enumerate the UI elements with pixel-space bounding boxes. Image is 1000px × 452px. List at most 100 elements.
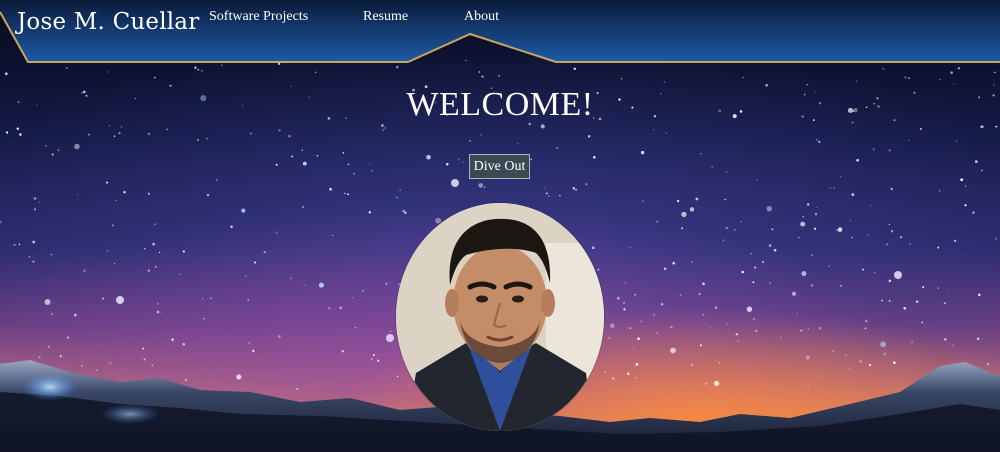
- star: [113, 262, 116, 265]
- star: [994, 237, 997, 240]
- site-header: Jose M. Cuellar Software Projects Resume…: [0, 0, 1000, 70]
- star: [587, 135, 591, 138]
- star: [835, 229, 838, 232]
- star: [57, 149, 60, 152]
- star: [16, 127, 20, 131]
- star: [206, 138, 208, 140]
- star: [695, 197, 699, 201]
- star: [815, 138, 818, 142]
- star: [156, 302, 159, 305]
- star: [369, 163, 371, 165]
- star: [811, 254, 813, 256]
- star: [478, 183, 483, 188]
- star: [937, 246, 940, 249]
- star: [45, 145, 47, 147]
- star: [656, 220, 658, 223]
- star: [19, 133, 22, 136]
- star: [207, 194, 209, 197]
- star: [47, 345, 50, 348]
- star: [113, 135, 116, 137]
- star: [829, 187, 831, 189]
- star: [13, 243, 16, 246]
- star: [733, 228, 736, 232]
- star: [458, 158, 460, 161]
- star: [750, 252, 753, 255]
- star: [73, 313, 77, 317]
- profile-photo: [396, 203, 604, 431]
- site-brand[interactable]: Jose M. Cuellar: [17, 9, 199, 35]
- star: [108, 124, 111, 127]
- star: [381, 124, 384, 127]
- star: [814, 212, 818, 216]
- dive-out-button[interactable]: Dive Out: [469, 154, 530, 179]
- star: [51, 312, 54, 316]
- star: [881, 299, 884, 302]
- star: [800, 221, 806, 227]
- star: [702, 313, 705, 316]
- star: [10, 141, 11, 143]
- star: [911, 341, 913, 343]
- star: [158, 251, 161, 254]
- star: [544, 187, 546, 189]
- star: [83, 269, 86, 273]
- star: [946, 290, 948, 292]
- star: [154, 265, 157, 268]
- star: [939, 78, 941, 81]
- star: [741, 270, 744, 274]
- star: [752, 317, 756, 321]
- star: [839, 175, 842, 178]
- star: [302, 161, 307, 166]
- star: [478, 71, 481, 73]
- star: [631, 347, 634, 349]
- star: [725, 171, 728, 173]
- star: [574, 188, 578, 191]
- star: [33, 208, 37, 211]
- star: [347, 193, 349, 196]
- star: [919, 127, 922, 130]
- star: [642, 200, 644, 202]
- star: [591, 246, 595, 250]
- star: [755, 329, 758, 333]
- star: [890, 230, 894, 233]
- star: [972, 211, 975, 214]
- star: [318, 282, 324, 288]
- star: [210, 297, 212, 300]
- star: [592, 155, 596, 159]
- star: [851, 236, 854, 239]
- star: [33, 197, 37, 200]
- star: [291, 155, 294, 158]
- star: [371, 169, 374, 172]
- star: [634, 293, 637, 296]
- nav-link-software-projects[interactable]: Software Projects: [209, 9, 308, 25]
- star: [4, 72, 8, 76]
- star: [756, 179, 758, 181]
- star: [353, 172, 356, 175]
- star: [623, 308, 626, 311]
- star: [331, 234, 334, 237]
- star: [665, 132, 668, 134]
- star: [681, 211, 687, 218]
- star: [953, 239, 957, 242]
- bright-star: [386, 334, 394, 342]
- star: [800, 329, 803, 332]
- star: [964, 185, 967, 187]
- star: [316, 154, 319, 157]
- star: [828, 265, 830, 267]
- star: [944, 338, 947, 341]
- nav-link-about[interactable]: About: [464, 9, 499, 25]
- star: [849, 219, 851, 222]
- star: [818, 140, 821, 143]
- star: [245, 275, 247, 277]
- star: [302, 206, 304, 208]
- star: [746, 306, 753, 312]
- page: Jose M. Cuellar Software Projects Resume…: [0, 0, 1000, 452]
- star: [637, 337, 640, 341]
- star: [689, 207, 695, 212]
- star: [653, 129, 655, 131]
- nav-link-resume[interactable]: Resume: [363, 9, 408, 25]
- star: [354, 326, 357, 329]
- star: [672, 261, 675, 265]
- bright-star: [451, 179, 459, 187]
- star: [888, 223, 891, 226]
- star: [382, 129, 384, 131]
